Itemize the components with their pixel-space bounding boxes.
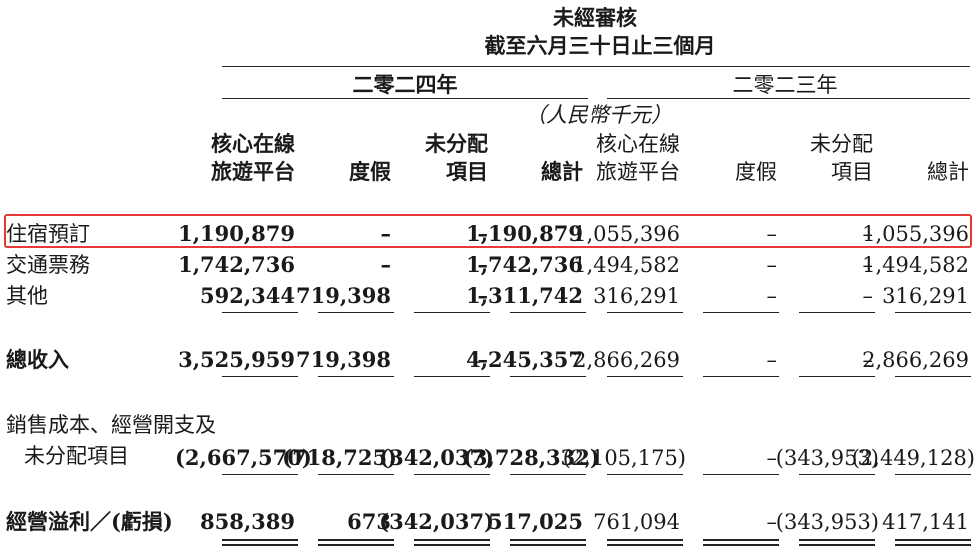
rule: [607, 312, 683, 313]
year-2024-heading: 二零二四年: [352, 72, 458, 97]
col-vacation-2023: 度假: [735, 160, 777, 184]
rule: [510, 474, 586, 475]
rule: [222, 544, 298, 546]
rule: [895, 474, 971, 475]
rule: [510, 544, 586, 546]
row-label-total-revenue: 總收入: [6, 347, 69, 372]
rule: [414, 376, 490, 377]
col-unalloc-2024-a: 未分配: [425, 131, 488, 156]
col-unalloc-2024-b: 項目: [446, 159, 488, 184]
rule: [703, 474, 779, 475]
row-label-costs-line1: 銷售成本、經營開支及: [6, 413, 216, 437]
year-2023-heading: 二零二三年: [732, 73, 838, 97]
rule: [414, 474, 490, 475]
rule: [895, 312, 971, 313]
rule: [895, 539, 971, 541]
currency-unit: （人民幣千元）: [525, 103, 672, 127]
cell: 417,141: [882, 510, 969, 534]
rule: [799, 544, 875, 546]
rule: [414, 539, 490, 541]
rule: [607, 539, 683, 541]
header-unaudited: 未經審核: [553, 5, 637, 30]
rule: [703, 544, 779, 546]
col-total-2023: 總計: [927, 160, 969, 184]
col-core-2023-a: 核心在線: [596, 132, 680, 156]
rule: [895, 544, 971, 546]
rule: [414, 312, 490, 313]
rule: [318, 474, 394, 475]
header-rule: [222, 66, 970, 67]
year-2023-rule: [607, 98, 970, 99]
rule: [510, 539, 586, 541]
col-total-2024: 總計: [541, 159, 583, 184]
row-label-transport: 交通票務: [6, 253, 90, 277]
rule: [318, 376, 394, 377]
rule: [607, 544, 683, 546]
cell: 1,055,396: [862, 222, 969, 246]
col-unalloc-2023-b: 項目: [831, 160, 873, 184]
rule: [799, 539, 875, 541]
rule: [318, 539, 394, 541]
rule: [222, 376, 298, 377]
rule: [799, 376, 875, 377]
rule: [895, 376, 971, 377]
year-2024-rule: [222, 98, 588, 99]
col-unalloc-2023-a: 未分配: [810, 132, 873, 156]
rule: [703, 312, 779, 313]
rule: [510, 312, 586, 313]
rule: [222, 312, 298, 313]
rule: [510, 376, 586, 377]
row-label-others: 其他: [6, 284, 48, 308]
row-label-accommodation: 住宿預訂: [6, 222, 90, 246]
rule: [414, 544, 490, 546]
rule: [607, 474, 683, 475]
col-core-2024-a: 核心在線: [211, 131, 295, 156]
cell: 1,494,582: [862, 253, 969, 277]
rule: [703, 539, 779, 541]
rule: [607, 376, 683, 377]
col-vacation-2024: 度假: [349, 159, 391, 184]
cell: (2,449,128): [851, 446, 975, 470]
cell: 2,866,269: [862, 348, 969, 372]
rule: [318, 312, 394, 313]
rule: [703, 376, 779, 377]
col-core-2023-b: 旅遊平台: [596, 160, 680, 184]
rule: [799, 312, 875, 313]
cell: 316,291: [882, 284, 969, 308]
rule: [318, 544, 394, 546]
row-label-costs-line2: 未分配項目: [24, 444, 129, 468]
rule: [222, 474, 298, 475]
rule: [799, 474, 875, 475]
rule: [222, 539, 298, 541]
col-core-2024-b: 旅遊平台: [211, 159, 295, 184]
row-label-operating-profit: 經營溢利／(虧損): [6, 509, 173, 534]
header-period: 截至六月三十日止三個月: [484, 33, 716, 58]
